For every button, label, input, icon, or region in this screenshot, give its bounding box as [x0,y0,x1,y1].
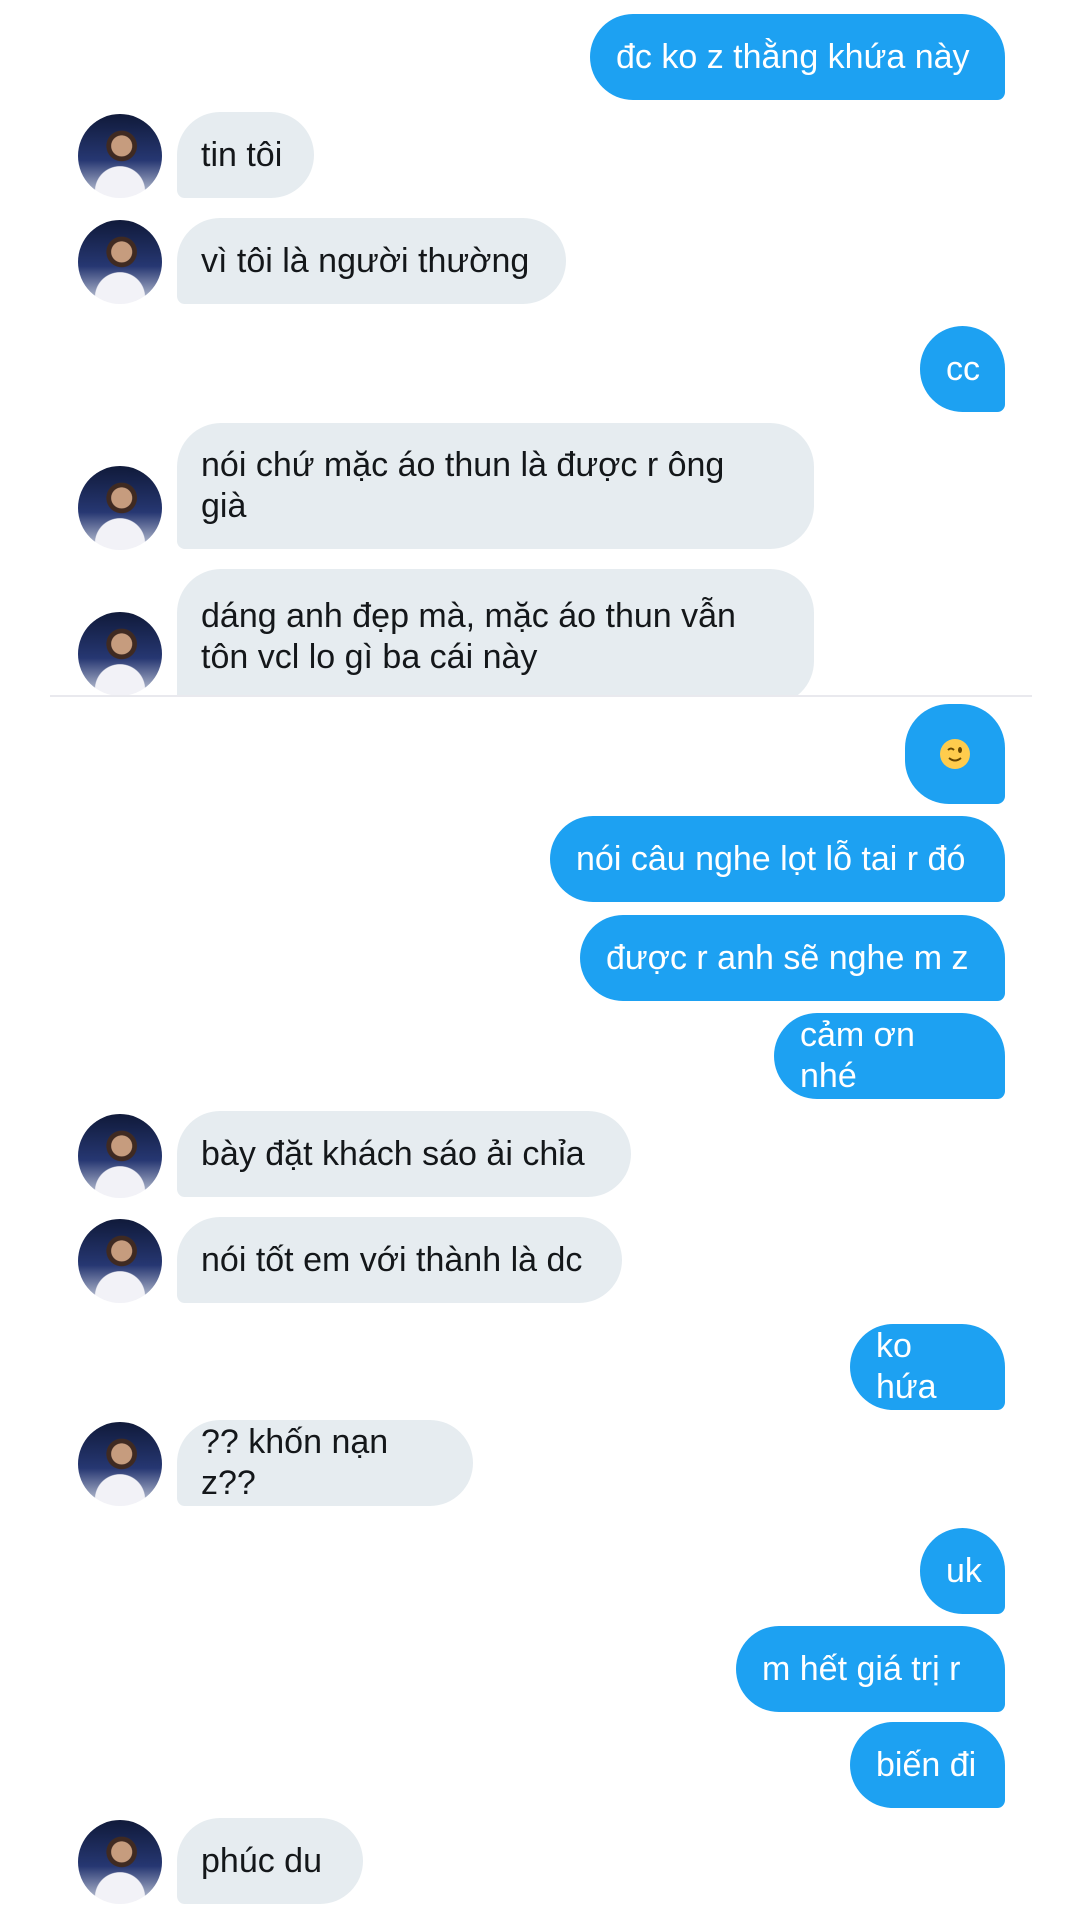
outgoing-message-bubble[interactable]: cc [920,326,1005,412]
incoming-message-bubble[interactable]: vì tôi là người thường [177,218,566,304]
contact-avatar[interactable] [78,1219,162,1303]
incoming-message-bubble[interactable]: bày đặt khách sáo ải chỉa [177,1111,631,1197]
winking-face-icon [940,739,970,769]
contact-avatar[interactable] [78,466,162,550]
contact-avatar[interactable] [78,1114,162,1198]
contact-avatar[interactable] [78,612,162,696]
incoming-message-bubble[interactable]: nói tốt em với thành là dc [177,1217,622,1303]
outgoing-message-bubble[interactable]: m hết giá trị r [736,1626,1005,1712]
screenshot-divider [50,695,1032,697]
outgoing-message-bubble[interactable]: cảm ơn nhé [774,1013,1005,1099]
contact-avatar[interactable] [78,1820,162,1904]
outgoing-message-bubble[interactable]: được r anh sẽ nghe m z [580,915,1005,1001]
incoming-message-bubble[interactable]: tin tôi [177,112,314,198]
outgoing-message-bubble[interactable]: ko hứa [850,1324,1005,1410]
outgoing-message-bubble[interactable]: biến đi [850,1722,1005,1808]
upper-screenshot-section: đc ko z thằng khứa này tin tôi vì tôi là… [0,0,1080,696]
contact-avatar[interactable] [78,114,162,198]
incoming-message-bubble[interactable]: dáng anh đẹp mà, mặc áo thun vẫn tôn vcl… [177,569,814,696]
outgoing-message-bubble[interactable]: đc ko z thằng khứa này [590,14,1005,100]
incoming-message-bubble[interactable]: ?? khốn nạn z?? [177,1420,473,1506]
contact-avatar[interactable] [78,1422,162,1506]
outgoing-message-bubble[interactable]: nói câu nghe lọt lỗ tai r đó [550,816,1005,902]
contact-avatar[interactable] [78,220,162,304]
outgoing-message-bubble[interactable]: uk [920,1528,1005,1614]
outgoing-emoji-bubble[interactable] [905,704,1005,804]
incoming-message-bubble[interactable]: phúc du [177,1818,363,1904]
incoming-message-bubble[interactable]: nói chứ mặc áo thun là được r ông già [177,423,814,549]
